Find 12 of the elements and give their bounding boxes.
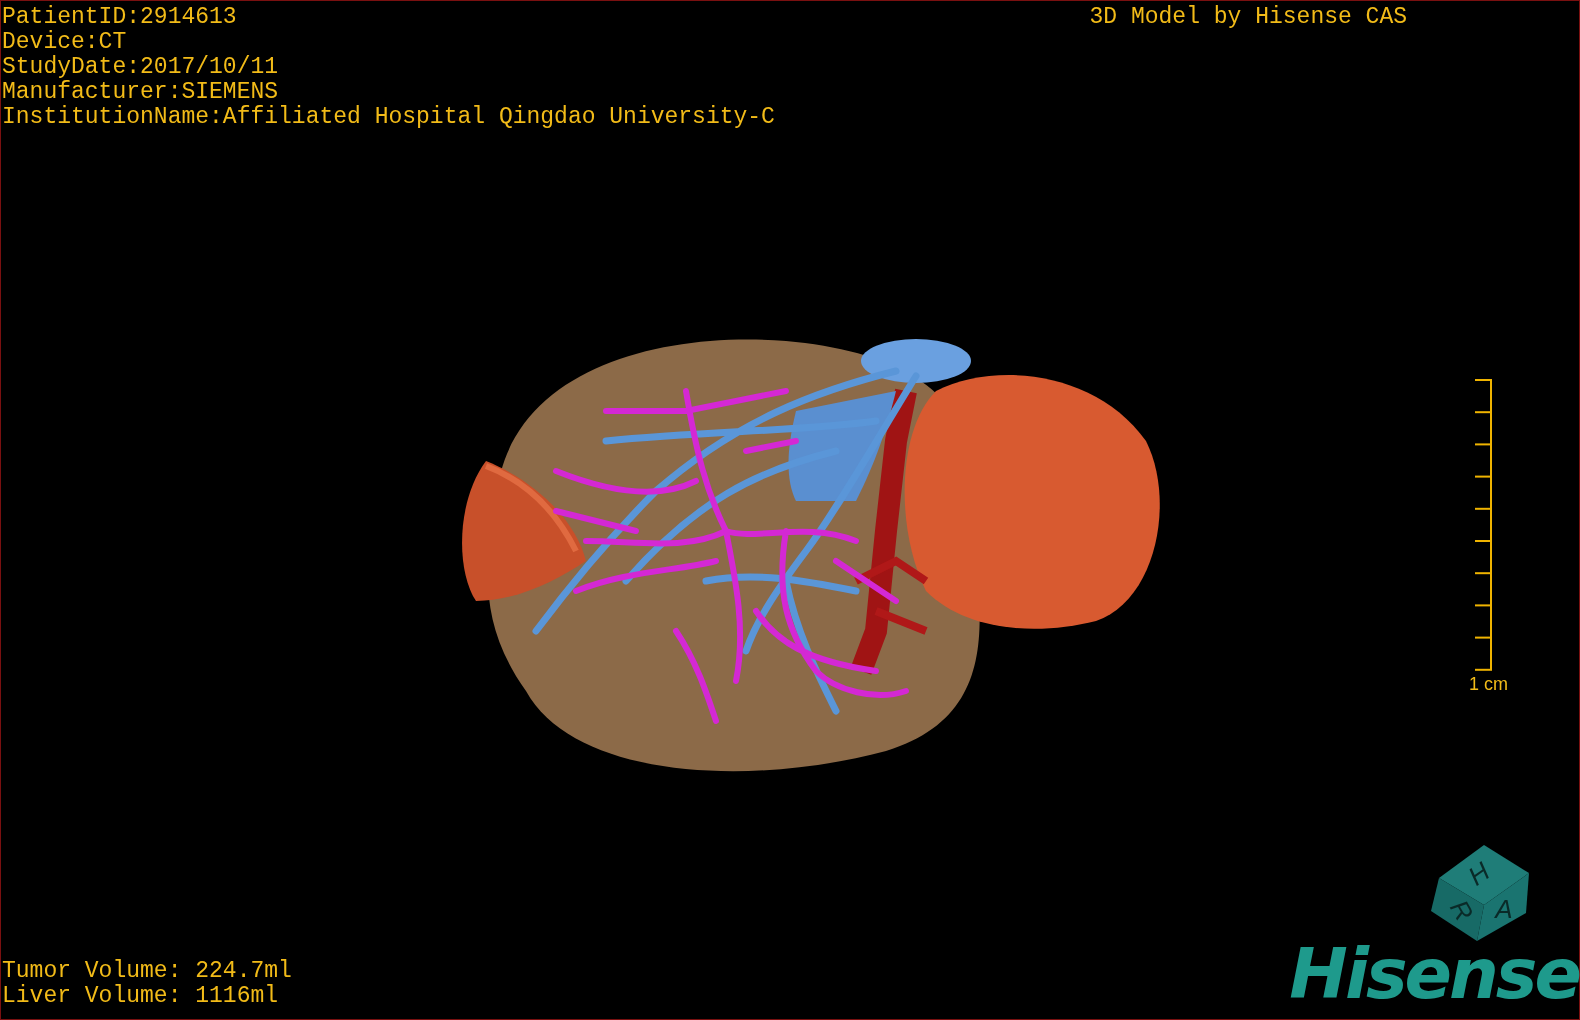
- patient-info-text: Manufacturer:SIEMENS: [2, 80, 280, 105]
- viewer-title: 3D Model by Hisense CAS: [1089, 5, 1407, 32]
- patient-info-text: InstitutionName:Affiliated Hospital Qingdao University-C: [2, 105, 775, 130]
- volume-text: Tumor Volume: 224.7ml: [2, 959, 293, 984]
- scale-bar-label: 1 cm: [1469, 673, 1508, 695]
- patient-info-text: StudyDate:2017/10/11: [2, 55, 280, 80]
- cube-face-label: H: [1462, 855, 1496, 892]
- cube-face-label: A: [1495, 894, 1513, 924]
- patient-info-text: PatientID:2914613: [2, 5, 238, 30]
- cube-face-label: R: [1444, 894, 1480, 927]
- patient-info-text: Device:CT: [2, 30, 128, 55]
- volume-text: Liver Volume: 1116ml: [2, 984, 280, 1009]
